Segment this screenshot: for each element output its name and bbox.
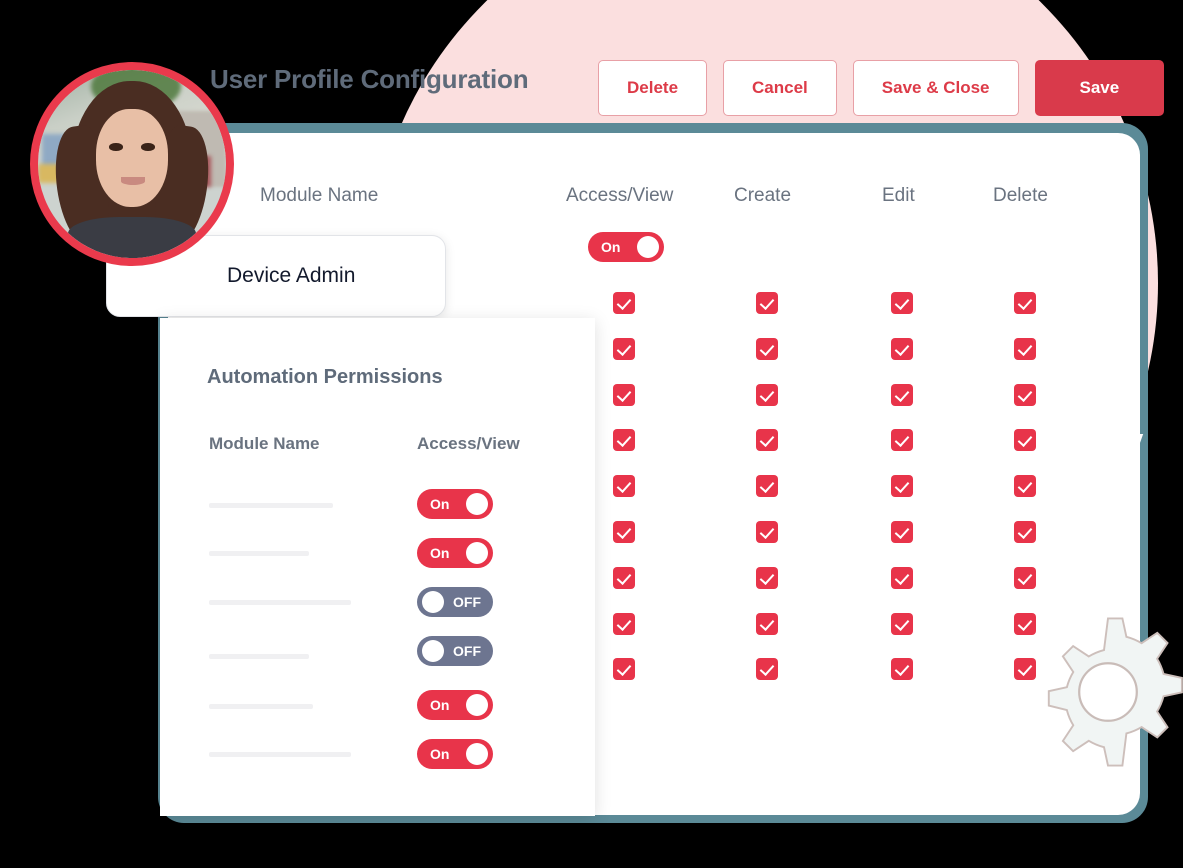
automation-access-toggle-1[interactable]: On <box>417 489 493 519</box>
toolbar: Delete Cancel Save & Close Save <box>598 60 1165 116</box>
automation-module-name-placeholder-6 <box>209 752 351 757</box>
toggle-knob <box>466 694 488 716</box>
checkbox-access-row-1[interactable] <box>613 292 635 314</box>
toggle-knob <box>466 493 488 515</box>
checkbox-edit-row-9[interactable] <box>891 658 913 680</box>
toggle-knob <box>466 542 488 564</box>
checkbox-access-row-4[interactable] <box>613 429 635 451</box>
toggle-knob <box>422 591 444 613</box>
checkbox-create-row-5[interactable] <box>756 475 778 497</box>
checkbox-delete-row-4[interactable] <box>1014 429 1036 451</box>
automation-module-name-placeholder-2 <box>209 551 309 556</box>
checkbox-edit-row-8[interactable] <box>891 613 913 635</box>
automation-access-toggle-4[interactable]: OFF <box>417 636 493 666</box>
automation-access-toggle-label-2: On <box>430 545 450 561</box>
automation-permissions-panel <box>160 318 595 816</box>
checkbox-access-row-7[interactable] <box>613 567 635 589</box>
checkbox-delete-row-3[interactable] <box>1014 384 1036 406</box>
checkbox-create-row-9[interactable] <box>756 658 778 680</box>
checkbox-access-row-2[interactable] <box>613 338 635 360</box>
master-access-toggle-label: On <box>601 239 621 255</box>
checkbox-create-row-1[interactable] <box>756 292 778 314</box>
master-access-toggle[interactable]: On <box>588 232 664 262</box>
automation-access-toggle-5[interactable]: On <box>417 690 493 720</box>
column-header-access-view: Access/View <box>566 185 674 206</box>
checkbox-delete-row-1[interactable] <box>1014 292 1036 314</box>
avatar-eye-right <box>141 143 155 151</box>
checkbox-delete-row-2[interactable] <box>1014 338 1036 360</box>
avatar-face <box>96 109 168 208</box>
checkbox-delete-row-6[interactable] <box>1014 521 1036 543</box>
automation-permissions-title: Automation Permissions <box>207 366 443 388</box>
device-admin-label: Device Admin <box>227 264 356 287</box>
automation-access-toggle-label-1: On <box>430 496 450 512</box>
checkbox-create-row-2[interactable] <box>756 338 778 360</box>
automation-access-toggle-label-3: OFF <box>453 594 481 610</box>
avatar <box>30 62 234 266</box>
checkbox-access-row-5[interactable] <box>613 475 635 497</box>
automation-access-toggle-2[interactable]: On <box>417 538 493 568</box>
checkbox-create-row-4[interactable] <box>756 429 778 451</box>
checkbox-edit-row-1[interactable] <box>891 292 913 314</box>
checkbox-delete-row-5[interactable] <box>1014 475 1036 497</box>
automation-access-toggle-label-5: On <box>430 697 450 713</box>
automation-module-name-placeholder-3 <box>209 600 351 605</box>
checkbox-access-row-9[interactable] <box>613 658 635 680</box>
checkbox-create-row-6[interactable] <box>756 521 778 543</box>
checkbox-create-row-7[interactable] <box>756 567 778 589</box>
automation-access-toggle-6[interactable]: On <box>417 739 493 769</box>
avatar-photo <box>38 70 226 258</box>
gear-icon <box>1028 612 1183 772</box>
screenshot-stage: User Profile Configuration Delete Cancel… <box>0 0 1183 868</box>
cancel-button[interactable]: Cancel <box>723 60 837 116</box>
automation-module-name-placeholder-1 <box>209 503 333 508</box>
automation-access-toggle-3[interactable]: OFF <box>417 587 493 617</box>
toggle-knob <box>466 743 488 765</box>
automation-access-toggle-label-6: On <box>430 746 450 762</box>
toggle-knob <box>422 640 444 662</box>
column-header-delete: Delete <box>993 185 1048 206</box>
toggle-knob <box>637 236 659 258</box>
automation-column-header-module-name: Module Name <box>209 434 320 453</box>
checkbox-delete-row-7[interactable] <box>1014 567 1036 589</box>
column-header-create: Create <box>734 185 792 206</box>
page-title: User Profile Configuration <box>210 64 529 94</box>
save-button[interactable]: Save <box>1034 60 1165 116</box>
delete-button[interactable]: Delete <box>598 60 708 116</box>
checkbox-edit-row-2[interactable] <box>891 338 913 360</box>
checkbox-create-row-3[interactable] <box>756 384 778 406</box>
checkbox-edit-row-3[interactable] <box>891 384 913 406</box>
avatar-eye-left <box>109 143 123 151</box>
checkbox-access-row-3[interactable] <box>613 384 635 406</box>
automation-access-toggle-label-4: OFF <box>453 643 481 659</box>
checkbox-access-row-8[interactable] <box>613 613 635 635</box>
automation-column-header-access-view: Access/View <box>417 434 520 453</box>
checkbox-edit-row-6[interactable] <box>891 521 913 543</box>
save-and-close-button[interactable]: Save & Close <box>852 60 1019 116</box>
automation-module-name-placeholder-4 <box>209 654 309 659</box>
checkbox-edit-row-4[interactable] <box>891 429 913 451</box>
checkbox-edit-row-7[interactable] <box>891 567 913 589</box>
stray-check-icon: v <box>1131 426 1144 451</box>
checkbox-edit-row-5[interactable] <box>891 475 913 497</box>
checkbox-create-row-8[interactable] <box>756 613 778 635</box>
automation-module-name-placeholder-5 <box>209 704 313 709</box>
avatar-mouth <box>120 177 146 185</box>
column-header-module-name: Module Name <box>260 185 379 206</box>
column-header-edit: Edit <box>882 185 915 206</box>
checkbox-access-row-6[interactable] <box>613 521 635 543</box>
avatar-shoulders <box>68 216 196 258</box>
